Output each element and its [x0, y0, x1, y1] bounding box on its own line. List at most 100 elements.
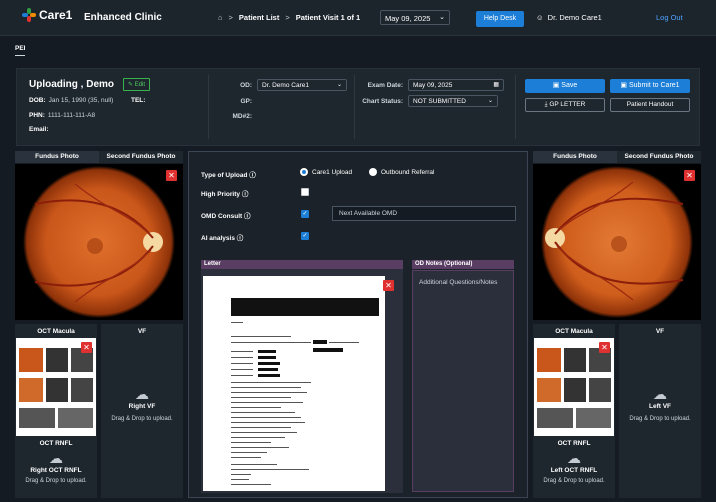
- cloud-upload-icon: ☁: [135, 386, 149, 402]
- info-icon: ⓘ: [243, 213, 251, 220]
- letter-document[interactable]: [203, 276, 385, 491]
- gp-label: GP:: [240, 98, 252, 105]
- upload-hint: Drag & Drop to upload.: [25, 478, 87, 484]
- breadcrumb-patient-list[interactable]: Patient List: [239, 13, 279, 22]
- cloud-upload-icon: ☁: [567, 450, 581, 466]
- remove-left-fundus-button[interactable]: ✕: [684, 170, 695, 181]
- email-field: Email:: [29, 126, 49, 133]
- ai-analysis-label: AI analysis ⓘ: [201, 235, 244, 242]
- dob-value: Jan 15, 1990 (35, null): [48, 97, 114, 104]
- tel-field: TEL:: [131, 97, 146, 104]
- omd-select[interactable]: Next Available OMD: [332, 206, 516, 221]
- user-name: Dr. Demo Care1: [547, 13, 602, 22]
- right-oct-rnfl-dropzone[interactable]: ☁ Right OCT RNFL Drag & Drop to upload.: [15, 450, 97, 496]
- od-notes-placeholder: Additional Questions/Notes: [419, 279, 498, 286]
- vf-label: VF: [137, 328, 147, 335]
- od-notes-header: OD Notes (Optional): [412, 260, 514, 269]
- info-icon: ⓘ: [249, 172, 256, 179]
- chart-status-select[interactable]: NOT SUBMITTED ⌄: [408, 95, 498, 107]
- oct-macula-label: OCT Macula: [555, 328, 593, 335]
- omd-consult-label: OMD Consult ⓘ: [201, 213, 251, 220]
- high-priority-label: High Priority ⓘ: [201, 191, 249, 198]
- upload-title: Left OCT RNFL: [550, 467, 598, 474]
- letter-header: Letter: [201, 260, 403, 269]
- left-fundus-tabs: Fundus Photo Second Fundus Photo: [15, 151, 183, 163]
- divider: [208, 75, 209, 139]
- patient-panel: Uploading , Demo ✎ Edit DOB: Jan 15, 1990…: [16, 68, 700, 146]
- right-oct-column: OCT Macula ✕ OCT RNFL ☁ Left OCT RNFL Dr…: [533, 324, 615, 498]
- tab-fundus-photo-right[interactable]: Fundus Photo: [533, 151, 617, 163]
- left-vf-dropzone[interactable]: VF ☁ Left VF Drag & Drop to upload.: [619, 324, 701, 498]
- help-desk-button[interactable]: Help Desk: [476, 11, 524, 27]
- left-fundus-image: [533, 164, 701, 320]
- patient-handout-button[interactable]: Patient Handout: [610, 98, 690, 112]
- left-oct-column: OCT Macula ✕ OCT RNFL ☁ Right OCT RNFL D…: [15, 324, 97, 498]
- remove-oct-macula-button[interactable]: ✕: [81, 342, 92, 353]
- phn-field: PHN: 1111-111-111-A8: [29, 112, 96, 119]
- top-bar: Care1 Enhanced Clinic ⌂ > Patient List >…: [0, 0, 716, 36]
- chevron-down-icon: ⌄: [336, 82, 342, 88]
- breadcrumb: ⌂ > Patient List > Patient Visit 1 of 1: [218, 13, 360, 22]
- save-button[interactable]: ▣ Save: [525, 79, 605, 93]
- left-oct-rnfl-dropzone[interactable]: ☁ Left OCT RNFL Drag & Drop to upload.: [533, 450, 615, 496]
- cloud-upload-icon: ☁: [653, 386, 667, 402]
- upload-hint: Drag & Drop to upload.: [543, 478, 605, 484]
- patient-name: Uploading , Demo: [29, 79, 114, 90]
- care1-logo[interactable]: Care1: [22, 8, 72, 22]
- remove-right-fundus-button[interactable]: ✕: [166, 170, 177, 181]
- edit-patient-button[interactable]: ✎ Edit: [123, 78, 151, 91]
- visit-date-value: May 09, 2025: [385, 14, 431, 23]
- tab-second-fundus-photo-right[interactable]: Second Fundus Photo: [617, 151, 701, 163]
- upload-title: Right OCT RNFL: [30, 467, 82, 474]
- care1-upload-radio[interactable]: [300, 168, 308, 176]
- oct-macula-label: OCT Macula: [37, 328, 75, 335]
- od-value: Dr. Demo Care1: [262, 82, 309, 89]
- calendar-icon: ▦: [493, 82, 499, 88]
- high-priority-checkbox[interactable]: [301, 188, 309, 196]
- info-icon: ⓘ: [236, 235, 244, 242]
- user-menu[interactable]: ☺ Dr. Demo Care1: [536, 13, 602, 22]
- remove-letter-button[interactable]: ✕: [383, 280, 394, 291]
- edit-label: Edit: [134, 82, 146, 88]
- od-notes-textarea[interactable]: Additional Questions/Notes: [412, 270, 514, 492]
- tab-pei[interactable]: PEI: [15, 45, 26, 56]
- remove-oct-macula-button[interactable]: ✕: [599, 342, 610, 353]
- breadcrumb-separator: >: [285, 13, 290, 22]
- exam-date-value: May 09, 2025: [413, 82, 453, 89]
- upload-hint: Drag & Drop to upload.: [111, 416, 173, 422]
- omd-consult-checkbox[interactable]: ✓: [301, 210, 309, 218]
- breadcrumb-patient-visit: Patient Visit 1 of 1: [295, 13, 361, 22]
- upload-options-panel: Type of Upload ⓘ Care1 Upload Outbound R…: [188, 151, 528, 498]
- phn-value: 1111-111-111-A8: [47, 112, 96, 119]
- right-fundus-image: [15, 164, 183, 320]
- clinic-name: Enhanced Clinic: [84, 12, 162, 23]
- vf-label: VF: [655, 328, 665, 335]
- user-icon: ☺: [536, 13, 544, 22]
- cloud-upload-icon: ☁: [49, 450, 63, 466]
- chevron-down-icon: ⌄: [439, 14, 445, 21]
- tab-second-fundus-photo-left[interactable]: Second Fundus Photo: [99, 151, 183, 163]
- outbound-referral-radio[interactable]: [369, 168, 377, 176]
- tab-fundus-photo-left[interactable]: Fundus Photo: [15, 151, 99, 163]
- chart-status-value: NOT SUBMITTED: [413, 98, 466, 105]
- type-of-upload-label: Type of Upload ⓘ: [201, 172, 256, 179]
- right-vf-dropzone[interactable]: VF ☁ Right VF Drag & Drop to upload.: [101, 324, 183, 498]
- breadcrumb-separator: >: [228, 13, 233, 22]
- visit-date-select[interactable]: May 09, 2025 ⌄: [380, 10, 450, 25]
- divider: [515, 75, 516, 139]
- oct-rnfl-label: OCT RNFL: [557, 440, 591, 447]
- gp-letter-button[interactable]: ⤓ GP LETTER: [525, 98, 605, 112]
- exam-date-input[interactable]: May 09, 2025 ▦: [408, 79, 504, 91]
- home-icon[interactable]: ⌂: [218, 13, 223, 22]
- logo-mark-icon: [22, 8, 36, 22]
- ai-analysis-checkbox[interactable]: ✓: [301, 232, 309, 240]
- right-fundus-tabs: Fundus Photo Second Fundus Photo: [533, 151, 701, 163]
- redacted-block: [231, 298, 379, 316]
- care1-upload-label: Care1 Upload: [312, 169, 353, 176]
- upload-hint: Drag & Drop to upload.: [629, 416, 691, 422]
- submit-icon: ▣: [620, 82, 629, 89]
- submit-to-care1-button[interactable]: ▣ Submit to Care1: [610, 79, 690, 93]
- exam-date-label: Exam Date:: [367, 82, 403, 89]
- od-select[interactable]: Dr. Demo Care1 ⌄: [257, 79, 347, 91]
- logout-link[interactable]: Log Out: [656, 13, 683, 22]
